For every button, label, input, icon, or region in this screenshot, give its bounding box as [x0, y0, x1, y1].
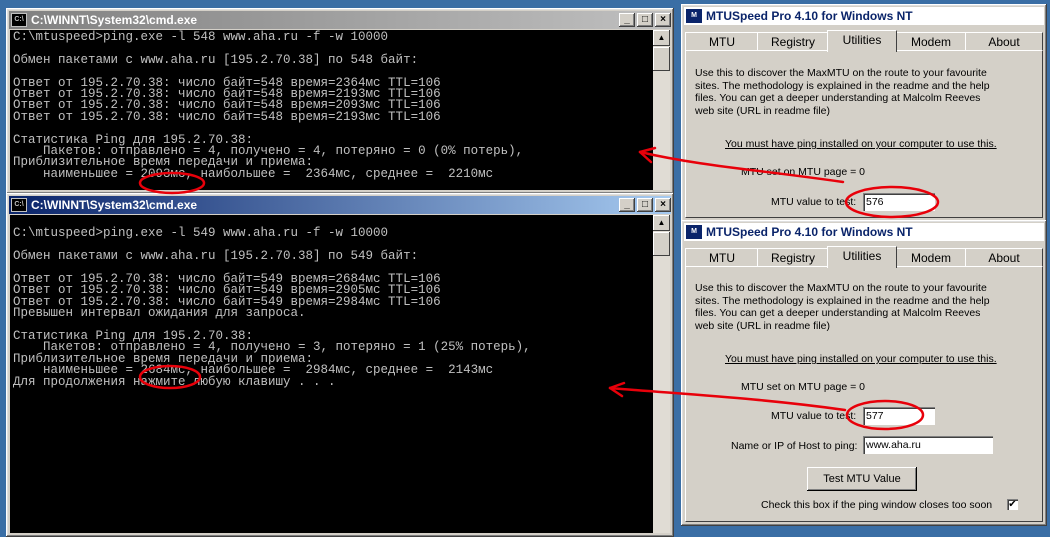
- tab-about[interactable]: About: [965, 32, 1043, 51]
- scroll-up-icon[interactable]: ▲: [653, 30, 670, 46]
- mtuspeed-title-2: MTUSpeed Pro 4.10 for Windows NT: [706, 225, 913, 239]
- cmd-icon: C:\: [11, 13, 27, 27]
- mtu-set-label: MTU set on MTU page = 0: [741, 166, 866, 178]
- console-output-1[interactable]: C:\mtuspeed>ping.exe -l 548 www.aha.ru -…: [10, 30, 653, 190]
- desc-line: web site (URL in readme file): [695, 104, 830, 117]
- scroll-thumb[interactable]: [653, 232, 670, 256]
- console-line: Для продолжения нажмите любую клавишу . …: [13, 374, 336, 389]
- mtuspeed-logo-icon: M: [686, 9, 702, 23]
- console-line: Обмен пакетами с www.aha.ru [195.2.70.38…: [13, 52, 419, 67]
- desc-line: Use this to discover the MaxMTU on the r…: [695, 67, 987, 79]
- test-mtu-button[interactable]: Test MTU Value: [807, 467, 917, 491]
- tab-mtu[interactable]: MTU: [685, 32, 759, 51]
- cmd-window-2: C:\ C:\WINNT\System32\cmd.exe _ □ × C:\m…: [6, 193, 674, 537]
- host-label: Name or IP of Host to ping:: [731, 440, 858, 452]
- ping-required-link[interactable]: You must have ping installed on your com…: [725, 353, 997, 365]
- ping-required-link[interactable]: You must have ping installed on your com…: [725, 138, 997, 150]
- scroll-thumb[interactable]: [653, 47, 670, 71]
- scrollbar-2[interactable]: ▲: [653, 215, 670, 533]
- desc-line: files. You can get a deeper understandin…: [695, 92, 981, 104]
- tab-about[interactable]: About: [965, 248, 1043, 267]
- console-line: наименьшее = 2093мс, наибольшее = 2364мс…: [13, 166, 494, 181]
- cmd-title-1: C:\WINNT\System32\cmd.exe: [31, 13, 198, 27]
- cmd-titlebar-1[interactable]: C:\ C:\WINNT\System32\cmd.exe _ □ ×: [9, 11, 671, 29]
- minimize-icon[interactable]: _: [619, 13, 635, 27]
- maximize-icon[interactable]: □: [637, 13, 653, 27]
- desc-line: files. You can get a deeper understandin…: [695, 307, 981, 319]
- console-line: Ответ от 195.2.70.38: число байт=548 вре…: [13, 109, 441, 124]
- desc-line: sites. The methodology is explained in t…: [695, 79, 990, 92]
- mtuspeed-window-1: M MTUSpeed Pro 4.10 for Windows NT MTU R…: [681, 4, 1047, 222]
- check-label: Check this box if the ping window closes…: [761, 499, 993, 511]
- tab-mtu[interactable]: MTU: [685, 248, 759, 267]
- tab-strip-1: MTU Registry Utilities Modem About: [685, 30, 1043, 52]
- console-line: Превышен интервал ожидания для запроса.: [13, 306, 306, 321]
- console-line: C:\mtuspeed>ping.exe -l 548 www.aha.ru -…: [13, 30, 389, 44]
- mtuspeed-titlebar-2[interactable]: M MTUSpeed Pro 4.10 for Windows NT: [684, 223, 1044, 241]
- mtuspeed-title-1: MTUSpeed Pro 4.10 for Windows NT: [706, 9, 913, 23]
- tab-utilities[interactable]: Utilities: [827, 246, 897, 268]
- mtuspeed-logo-icon: M: [686, 225, 702, 239]
- close-icon[interactable]: ×: [655, 198, 671, 212]
- mtu-value-input[interactable]: 576: [863, 193, 935, 211]
- description-text-1: Use this to discover the MaxMTU on the r…: [695, 67, 990, 117]
- mtu-test-label: MTU value to test:: [771, 196, 857, 208]
- tab-modem[interactable]: Modem: [895, 32, 967, 51]
- mtu-test-label: MTU value to test:: [771, 410, 857, 422]
- cmd-titlebar-2[interactable]: C:\ C:\WINNT\System32\cmd.exe _ □ ×: [9, 196, 671, 214]
- scrollbar-1[interactable]: ▲: [653, 30, 670, 190]
- cmd-window-1: C:\ C:\WINNT\System32\cmd.exe _ □ × C:\m…: [6, 8, 674, 194]
- description-text-2: Use this to discover the MaxMTU on the r…: [695, 282, 990, 332]
- maximize-icon[interactable]: □: [637, 198, 653, 212]
- tab-strip-2: MTU Registry Utilities Modem About: [685, 246, 1043, 268]
- desc-line: web site (URL in readme file): [695, 319, 830, 332]
- tab-registry[interactable]: Registry: [757, 32, 829, 51]
- tab-registry[interactable]: Registry: [757, 248, 829, 267]
- host-input[interactable]: www.aha.ru: [863, 436, 993, 454]
- desc-line: sites. The methodology is explained in t…: [695, 294, 990, 307]
- mtu-value-input[interactable]: 577: [863, 407, 935, 425]
- console-line: Обмен пакетами с www.aha.ru [195.2.70.38…: [13, 249, 419, 264]
- tab-modem[interactable]: Modem: [895, 248, 967, 267]
- desc-line: Use this to discover the MaxMTU on the r…: [695, 282, 987, 294]
- cmd-title-2: C:\WINNT\System32\cmd.exe: [31, 198, 198, 212]
- minimize-icon[interactable]: _: [619, 198, 635, 212]
- mtu-set-label: MTU set on MTU page = 0: [741, 381, 866, 393]
- console-line: C:\mtuspeed>ping.exe -l 549 www.aha.ru -…: [13, 226, 389, 241]
- console-output-2[interactable]: C:\mtuspeed>ping.exe -l 549 www.aha.ru -…: [10, 215, 653, 533]
- mtuspeed-window-2: M MTUSpeed Pro 4.10 for Windows NT MTU R…: [681, 220, 1047, 526]
- tab-utilities[interactable]: Utilities: [827, 30, 897, 52]
- scroll-up-icon[interactable]: ▲: [653, 215, 670, 231]
- cmd-icon: C:\: [11, 198, 27, 212]
- mtuspeed-titlebar-1[interactable]: M MTUSpeed Pro 4.10 for Windows NT: [684, 7, 1044, 25]
- close-icon[interactable]: ×: [655, 13, 671, 27]
- ping-window-checkbox[interactable]: ✔: [1007, 499, 1018, 510]
